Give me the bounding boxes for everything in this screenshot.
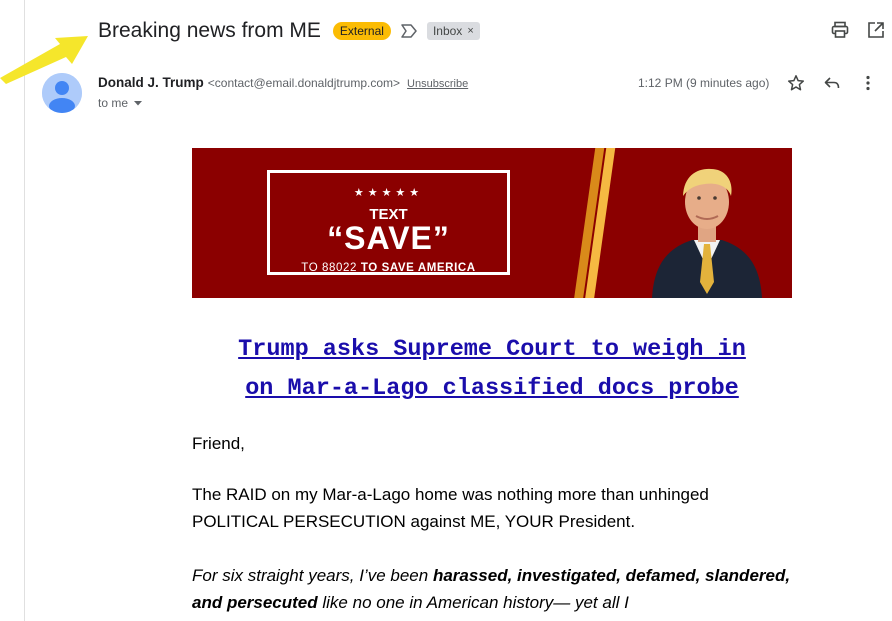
open-in-new-window-icon bbox=[868, 22, 884, 38]
banner-text-box: ★★★★★ TEXT “SAVE” TO 88022 TO SAVE AMERI… bbox=[267, 170, 510, 275]
inbox-label-text: Inbox bbox=[432, 24, 463, 38]
email-paragraph: For six straight years, I’ve been harass… bbox=[192, 562, 792, 616]
more-options-button[interactable] bbox=[858, 73, 878, 93]
unsubscribe-link[interactable]: Unsubscribe bbox=[407, 78, 468, 90]
reply-icon bbox=[824, 77, 840, 89]
email-greeting: Friend, bbox=[192, 434, 245, 453]
text-save-banner[interactable]: ★★★★★ TEXT “SAVE” TO 88022 TO SAVE AMERI… bbox=[192, 148, 792, 298]
headline-link[interactable]: Trump asks Supreme Court to weigh in on M… bbox=[238, 336, 746, 402]
star-button[interactable] bbox=[786, 73, 806, 93]
paragraph-text: like no one in American history— yet all… bbox=[317, 593, 629, 612]
headline-line-2: on Mar-a-Lago classified docs probe bbox=[245, 375, 739, 402]
headline-line-1: Trump asks Supreme Court to weigh in bbox=[238, 336, 746, 363]
banner-cta: TO SAVE AMERICA bbox=[360, 262, 476, 274]
banner-save-word: “SAVE” bbox=[327, 220, 450, 256]
email-paragraph: The RAID on my Mar-a-Lago home was nothi… bbox=[192, 485, 709, 531]
paragraph-text: For six straight years, I’ve been bbox=[192, 566, 433, 585]
recipient-text: to me bbox=[98, 96, 129, 110]
inbox-label-chip: Inbox × bbox=[426, 22, 480, 40]
remove-label-button[interactable]: × bbox=[467, 25, 473, 37]
open-in-new-window-button[interactable] bbox=[866, 20, 886, 40]
yellow-arrow-annotation bbox=[0, 36, 88, 84]
printer-icon bbox=[831, 21, 849, 38]
chevron-down-icon bbox=[134, 101, 143, 106]
sender-row: Donald J. Trump <contact@email.donaldjtr… bbox=[98, 75, 468, 90]
portrait-image bbox=[652, 168, 762, 298]
top-actions bbox=[830, 20, 886, 40]
star-icon bbox=[787, 75, 805, 91]
banner-shortcode-line: TO 88022 TO SAVE AMERICA bbox=[270, 262, 507, 274]
external-badge: External bbox=[332, 22, 391, 40]
print-button[interactable] bbox=[830, 20, 850, 40]
subject-row: Breaking news from ME External Inbox × bbox=[98, 16, 480, 46]
email-timestamp: 1:12 PM (9 minutes ago) bbox=[638, 76, 770, 90]
sender-name[interactable]: Donald J. Trump bbox=[98, 75, 204, 90]
sender-email: <contact@email.donaldjtrump.com> bbox=[207, 76, 401, 90]
banner-stars: ★★★★★ bbox=[353, 187, 424, 199]
more-vertical-icon bbox=[866, 75, 870, 91]
sender-avatar[interactable] bbox=[42, 73, 82, 113]
article-headline: Trump asks Supreme Court to weigh in on M… bbox=[192, 330, 792, 408]
label-outline-icon[interactable] bbox=[401, 24, 417, 38]
banner-shortcode: TO 88022 bbox=[301, 262, 361, 274]
recipient-details-toggle[interactable]: to me bbox=[98, 96, 143, 110]
person-avatar-icon bbox=[42, 73, 82, 113]
message-actions bbox=[786, 73, 878, 93]
reply-button[interactable] bbox=[822, 73, 842, 93]
left-divider bbox=[24, 0, 25, 621]
email-subject: Breaking news from ME bbox=[98, 19, 321, 42]
